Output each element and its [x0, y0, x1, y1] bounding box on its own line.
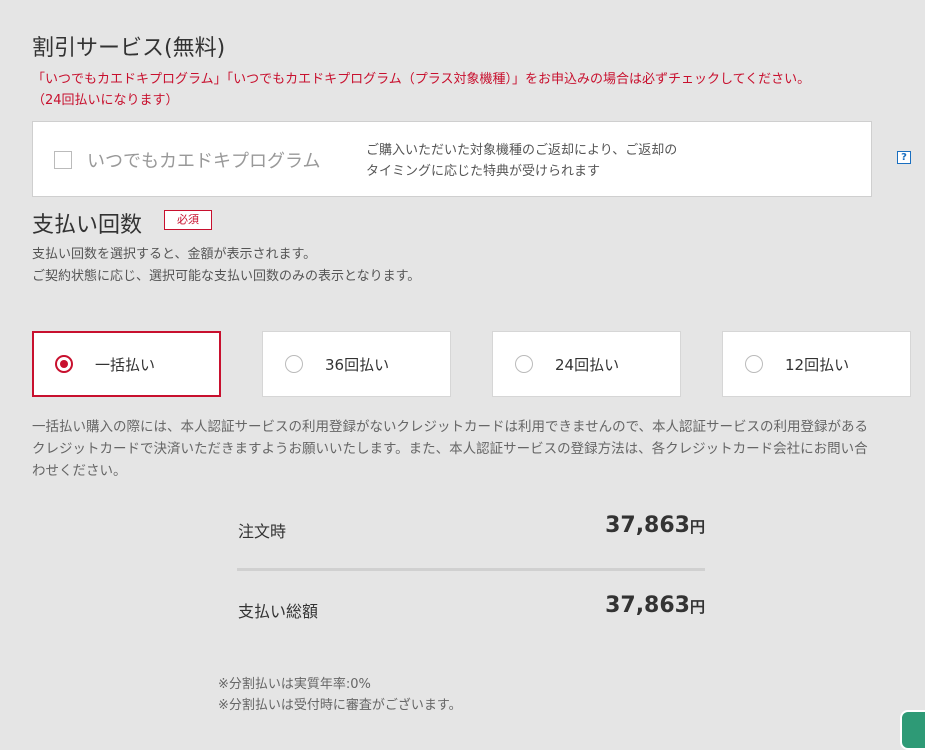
- payment-note-line2: クレジットカードで決済いただきますようお願いいたします。また、本人認証サービスの…: [32, 441, 868, 457]
- footnote-line1: ※分割払いは実質年率:0%: [218, 677, 371, 692]
- campaign-description: ご購入いただいた対象機種のご返却により、ご返却の タイミングに応じた特典が受けら…: [366, 140, 677, 182]
- discount-notice-line2: （24回払いになります）: [32, 93, 179, 108]
- required-badge: 必須: [164, 210, 212, 230]
- total-amount-value: 37,863円: [555, 593, 705, 618]
- discount-notice-line1: 「いつでもカエドキプログラム」「いつでもカエドキプログラム（プラス対象機種）」を…: [32, 72, 811, 87]
- total-amount-number: 37,863: [605, 593, 690, 618]
- discount-title: 割引サービス(無料): [32, 36, 226, 61]
- payment-option-label: 36回払い: [325, 356, 390, 374]
- order-amount-label: 注文時: [238, 522, 287, 541]
- campaign-description-line1: ご購入いただいた対象機種のご返却により、ご返却の: [366, 143, 678, 158]
- payment-note-line3: わせください。: [32, 463, 127, 479]
- payment-option-lump-sum[interactable]: 一括払い: [32, 331, 221, 397]
- campaign-option-card[interactable]: いつでもカエドキプログラム ご購入いただいた対象機種のご返却により、ご返却の タ…: [32, 121, 872, 197]
- radio-selected-icon[interactable]: [55, 355, 73, 373]
- payment-option-12[interactable]: 12回払い: [722, 331, 911, 397]
- chat-widget-button[interactable]: [900, 710, 925, 750]
- payment-option-label: 24回払い: [555, 356, 620, 374]
- payment-option-label: 12回払い: [785, 356, 850, 374]
- campaign-checkbox-label[interactable]: いつでもカエドキプログラム: [87, 147, 320, 173]
- campaign-checkbox[interactable]: [54, 151, 72, 169]
- radio-icon[interactable]: [285, 355, 303, 373]
- help-icon[interactable]: ?: [897, 151, 911, 164]
- campaign-description-line2: タイミングに応じた特典が受けられます: [366, 164, 601, 179]
- payment-title: 支払い回数: [32, 213, 143, 238]
- order-amount-value: 37,863円: [555, 513, 705, 538]
- summary-divider: [237, 568, 705, 571]
- radio-icon[interactable]: [515, 355, 533, 373]
- payment-option-24[interactable]: 24回払い: [492, 331, 681, 397]
- payment-sub-line2: ご契約状態に応じ、選択可能な支払い回数のみの表示となります。: [32, 269, 421, 284]
- currency-unit: 円: [689, 598, 705, 616]
- total-amount-label: 支払い総額: [238, 602, 319, 621]
- currency-unit: 円: [689, 518, 705, 536]
- radio-icon[interactable]: [745, 355, 763, 373]
- order-amount-number: 37,863: [605, 513, 690, 538]
- payment-sub-line1: 支払い回数を選択すると、金額が表示されます。: [32, 247, 317, 262]
- payment-option-label: 一括払い: [95, 356, 156, 374]
- footnote-line2: ※分割払いは受付時に審査がございます。: [218, 698, 462, 713]
- payment-option-36[interactable]: 36回払い: [262, 331, 451, 397]
- payment-note-line1: 一括払い購入の際には、本人認証サービスの利用登録がないクレジットカードは利用でき…: [32, 419, 869, 435]
